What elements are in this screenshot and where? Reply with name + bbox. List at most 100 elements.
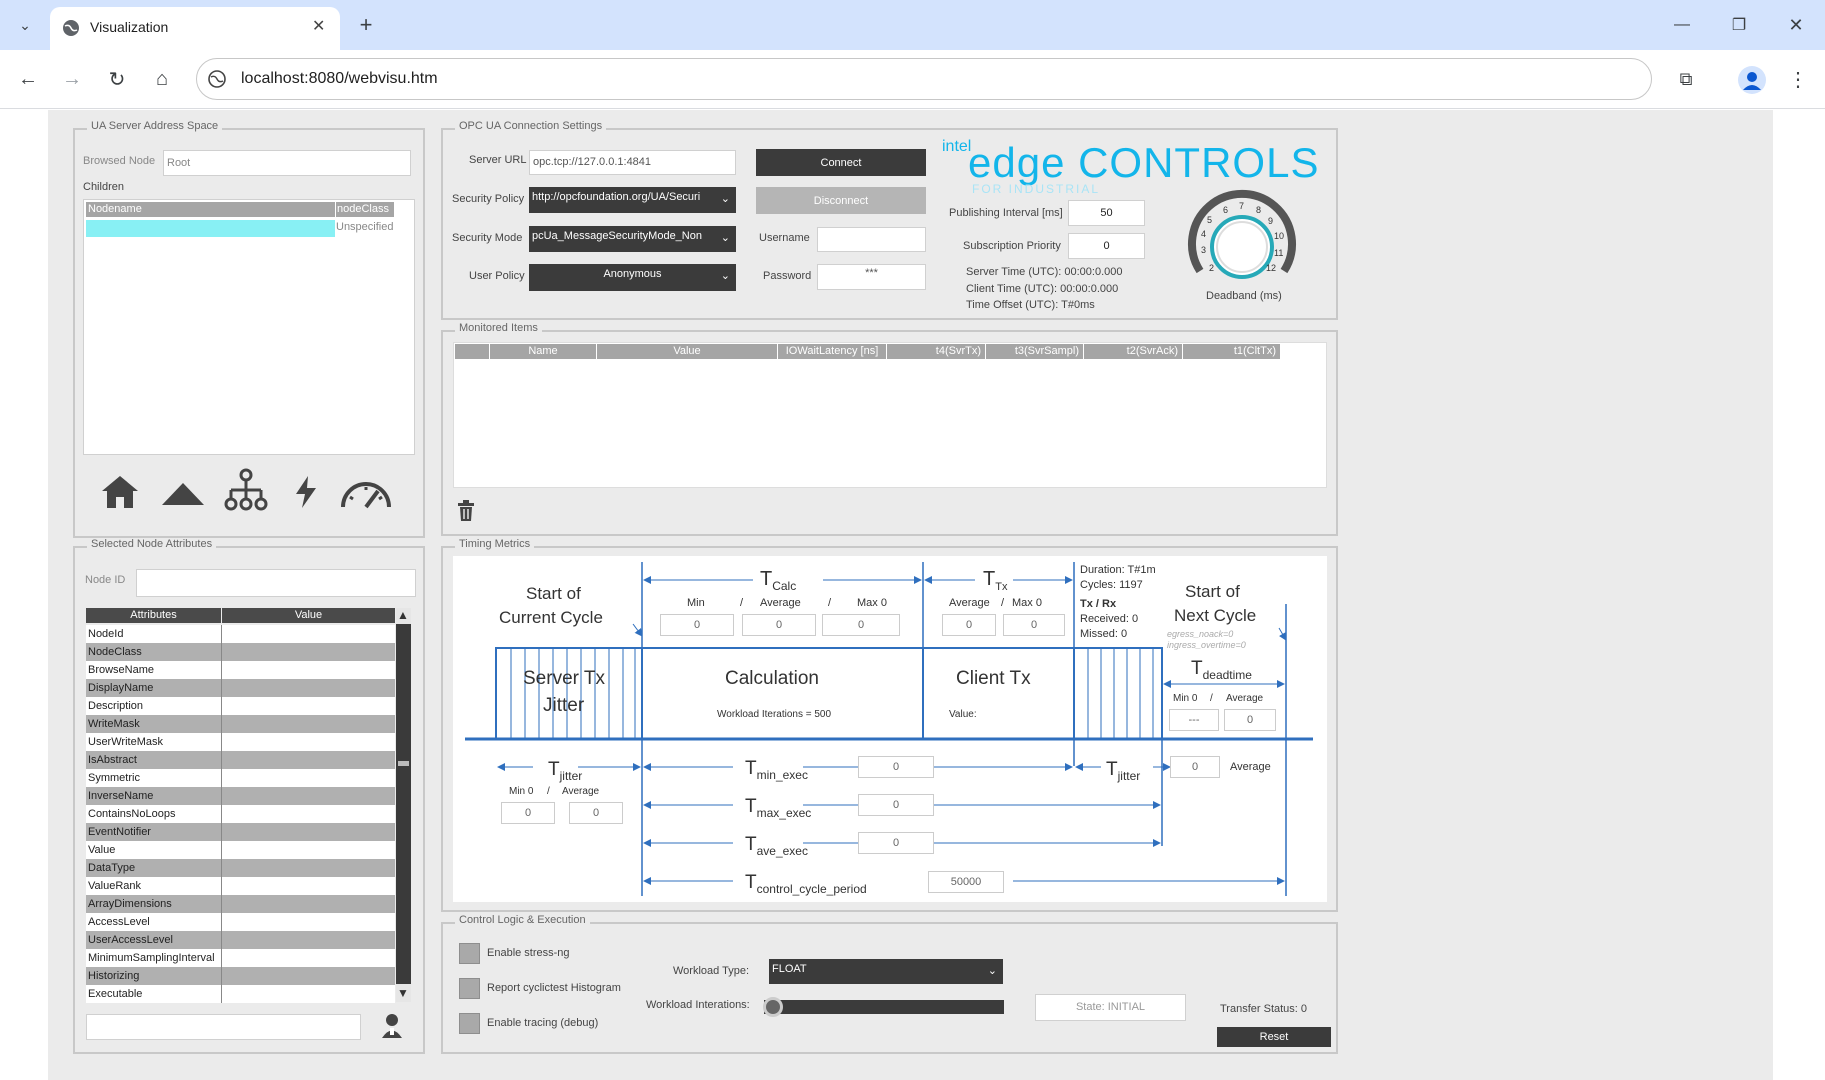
- publishing-interval-field[interactable]: 50: [1068, 200, 1145, 226]
- state-field: State: INITIAL: [1035, 994, 1186, 1021]
- window-close-icon[interactable]: ✕: [1780, 9, 1812, 41]
- calc-max-field[interactable]: 0: [822, 614, 900, 636]
- tmax-exec-field[interactable]: 0: [858, 794, 934, 816]
- new-tab-icon[interactable]: +: [350, 9, 382, 41]
- reset-button[interactable]: Reset: [1217, 1027, 1331, 1047]
- table-row[interactable]: UserAccessLevel: [86, 931, 395, 949]
- gauge-icon[interactable]: [338, 475, 394, 511]
- password-field[interactable]: ***: [817, 264, 926, 290]
- attribute-name: WriteMask: [88, 718, 140, 730]
- scroll-up-icon[interactable]: ▲: [397, 608, 409, 622]
- table-row[interactable]: ValueRank: [86, 877, 395, 895]
- dead-avg-field[interactable]: 0: [1224, 709, 1276, 731]
- tab-search-icon[interactable]: ⌄: [9, 9, 41, 41]
- transfer-status-text: Transfer Status: 0: [1220, 1003, 1308, 1015]
- dead-min-field[interactable]: ---: [1169, 709, 1219, 731]
- attribute-name: Description: [88, 700, 144, 712]
- workload-iterations-slider[interactable]: [763, 997, 1004, 1017]
- home-icon[interactable]: ⌂: [146, 63, 178, 95]
- hierarchy-icon[interactable]: [223, 468, 269, 512]
- tracing-checkbox[interactable]: [459, 1013, 480, 1034]
- slider-handle[interactable]: [763, 997, 783, 1017]
- jitter2-field[interactable]: 0: [1170, 756, 1220, 778]
- table-row[interactable]: Symmetric: [86, 769, 395, 787]
- disconnect-button[interactable]: Disconnect: [756, 187, 926, 214]
- reload-icon[interactable]: ↻: [101, 63, 133, 95]
- tccp-field[interactable]: 50000: [928, 871, 1004, 893]
- table-row[interactable]: WriteMask: [86, 715, 395, 733]
- connect-button[interactable]: Connect: [756, 149, 926, 176]
- table-row[interactable]: EventNotifier: [86, 823, 395, 841]
- browsed-node-field[interactable]: Root: [163, 150, 411, 176]
- tab-close-icon[interactable]: ✕: [312, 16, 325, 36]
- calc-min-field[interactable]: 0: [660, 614, 734, 636]
- site-info-icon[interactable]: [208, 70, 226, 88]
- username-field[interactable]: [817, 227, 926, 252]
- node-id-field[interactable]: [136, 569, 416, 597]
- table-row[interactable]: Value: [86, 841, 395, 859]
- table-row[interactable]: NodeId: [86, 625, 395, 643]
- up-triangle-icon[interactable]: [160, 480, 206, 508]
- table-row[interactable]: Historizing: [86, 967, 395, 985]
- workload-iterations-label: Workload Interations:: [646, 999, 750, 1011]
- list-item[interactable]: [86, 220, 335, 237]
- dial-tick-2: 2: [1209, 263, 1215, 273]
- table-row[interactable]: NodeClass: [86, 643, 395, 661]
- attribute-name: InverseName: [88, 790, 154, 802]
- minimize-icon[interactable]: —: [1666, 9, 1698, 41]
- table-row[interactable]: DataType: [86, 859, 395, 877]
- table-row[interactable]: Executable: [86, 985, 395, 1003]
- attributes-scrollbar[interactable]: ▲ ▼: [396, 608, 411, 1002]
- profile-avatar[interactable]: [1738, 66, 1766, 94]
- stress-label: Enable stress-ng: [487, 947, 570, 959]
- children-list[interactable]: [83, 199, 415, 455]
- monitored-col-select: [455, 344, 489, 359]
- attribute-write-field[interactable]: [86, 1014, 361, 1040]
- histogram-checkbox[interactable]: [459, 978, 480, 999]
- jitter-min-field[interactable]: 0: [501, 802, 555, 824]
- server-url-field[interactable]: opc.tcp://127.0.0.1:4841: [529, 150, 736, 175]
- tave-exec-field[interactable]: 0: [858, 832, 934, 854]
- tmin-exec-label: Tmin_exec: [745, 758, 808, 782]
- table-row[interactable]: BrowseName: [86, 661, 395, 679]
- table-row[interactable]: DisplayName: [86, 679, 395, 697]
- user-policy-select[interactable]: Anonymous ⌄: [529, 264, 736, 291]
- group-title: Monitored Items: [455, 322, 542, 334]
- trash-icon[interactable]: [457, 500, 475, 522]
- forward-icon[interactable]: →: [56, 63, 88, 95]
- table-row[interactable]: IsAbstract: [86, 751, 395, 769]
- stress-checkbox[interactable]: [459, 943, 480, 964]
- monitored-items-table[interactable]: [453, 342, 1327, 488]
- menu-dots-icon[interactable]: ⋮: [1782, 63, 1814, 95]
- scroll-down-icon[interactable]: ▼: [397, 986, 409, 1000]
- subscription-priority-field[interactable]: 0: [1068, 233, 1145, 259]
- table-row[interactable]: InverseName: [86, 787, 395, 805]
- extensions-icon[interactable]: ⧉: [1670, 63, 1702, 95]
- lightning-icon[interactable]: [292, 474, 320, 510]
- tx-max-field[interactable]: 0: [1003, 614, 1065, 636]
- jitter-avg-field[interactable]: 0: [569, 802, 623, 824]
- security-policy-select[interactable]: http://opcfoundation.org/UA/Securi ⌄: [529, 187, 736, 213]
- table-row[interactable]: ArrayDimensions: [86, 895, 395, 913]
- restore-icon[interactable]: ❐: [1723, 9, 1755, 41]
- monitored-col-t1: t1(CltTx): [1183, 344, 1280, 359]
- table-row[interactable]: MinimumSamplingInterval: [86, 949, 395, 967]
- user-icon[interactable]: [381, 1013, 403, 1039]
- browser-tab[interactable]: Visualization ✕: [50, 7, 340, 50]
- table-row[interactable]: UserWriteMask: [86, 733, 395, 751]
- scrollbar-thumb[interactable]: [396, 624, 411, 984]
- tmin-exec-field[interactable]: 0: [858, 756, 934, 778]
- home-icon[interactable]: [100, 473, 140, 511]
- dead-slash: /: [1210, 693, 1213, 704]
- tx-avg-field[interactable]: 0: [942, 614, 996, 636]
- table-row[interactable]: AccessLevel: [86, 913, 395, 931]
- workload-type-select[interactable]: FLOAT ⌄: [769, 959, 1003, 984]
- security-mode-select[interactable]: pcUa_MessageSecurityMode_Non ⌄: [529, 226, 736, 252]
- attributes-table[interactable]: Attributes Value NodeId NodeClass BrowseNa…: [86, 608, 395, 1003]
- table-row[interactable]: Description: [86, 697, 395, 715]
- table-row[interactable]: ContainsNoLoops: [86, 805, 395, 823]
- column-divider: [221, 985, 222, 1003]
- address-bar[interactable]: localhost:8080/webvisu.htm: [196, 58, 1652, 100]
- back-icon[interactable]: ←: [12, 63, 44, 95]
- calc-avg-field[interactable]: 0: [742, 614, 816, 636]
